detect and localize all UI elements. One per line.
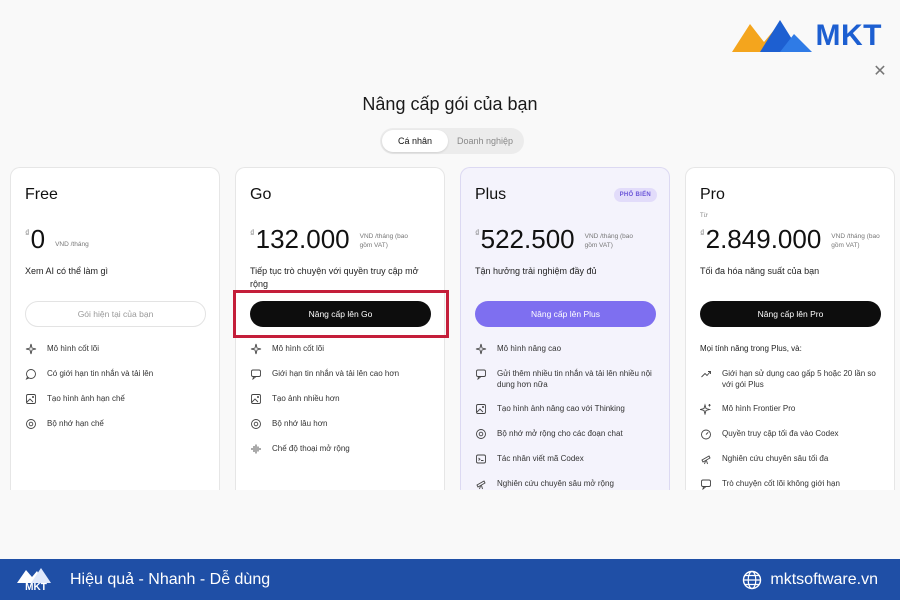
price-row: ₫ 522.500 VND /tháng (bao gồm VAT) [475, 224, 641, 254]
memory-icon [250, 418, 262, 430]
close-icon[interactable]: ✕ [872, 64, 888, 80]
plan-price: 522.500 [480, 224, 575, 254]
plan-card-pro: Pro Từ ₫ 2.849.000 VND /tháng (bao gồm V… [685, 167, 895, 490]
feature-item: Nghiên cứu chuyên sâu tối đa [700, 453, 888, 465]
feature-item: Tác nhân viết mã Codex [475, 453, 663, 465]
trending-up-icon [700, 368, 712, 380]
feature-item: Chế độ thoại mở rộng [250, 443, 438, 455]
image-icon [250, 393, 262, 405]
plan-name: Plus [475, 186, 507, 203]
price-prefix: Từ [700, 213, 708, 219]
feature-item: Trò chuyện cốt lõi không giới hạn [700, 478, 888, 490]
plan-card-plus: Plus PHỔ BIẾN ₫ 522.500 VND /tháng (bao … [460, 167, 670, 490]
feature-item: Quyền truy cập tối đa vào Codex [700, 428, 888, 440]
gauge-icon [700, 428, 712, 440]
plan-card-free: Free ₫ 0 VND /tháng Xem AI có thể làm gì… [10, 167, 220, 490]
feature-item: Nghiên cứu chuyên sâu mở rộng [475, 478, 663, 490]
plan-tagline: Tận hưởng trải nghiệm đầy đủ [475, 266, 597, 276]
upgrade-pro-button[interactable]: Nâng cấp lên Pro [700, 301, 881, 327]
current-plan-button[interactable]: Gói hiện tại của bạn [25, 301, 206, 327]
plan-tagline: Tiếp tục trò chuyện với quyền truy cập m… [250, 266, 419, 289]
price-unit: VND /tháng (bao gồm VAT) [359, 233, 409, 249]
globe-icon [743, 570, 762, 589]
price-unit: VND /tháng [55, 241, 89, 248]
chat-bubble-icon [475, 368, 487, 380]
plan-tagline: Tối đa hóa năng suất của bạn [700, 266, 820, 276]
telescope-icon [700, 453, 712, 465]
currency-symbol: ₫ [25, 228, 30, 238]
logo-text: MKT [815, 19, 882, 52]
plan-type-toggle: Cá nhân Doanh nghiệp [380, 128, 524, 154]
tab-personal[interactable]: Cá nhân [382, 130, 448, 152]
footer-website[interactable]: mktsoftware.vn [742, 559, 878, 600]
feature-item: Tạo hình ảnh nâng cao với Thinking [475, 403, 663, 415]
price-row: ₫ 132.000 VND /tháng (bao gồm VAT) [250, 224, 416, 254]
chat-bubble-icon [700, 478, 712, 490]
currency-symbol: ₫ [700, 228, 705, 238]
highlight-box [233, 290, 449, 338]
feature-item: Mô hình cốt lõi [25, 343, 213, 355]
currency-symbol: ₫ [475, 228, 480, 238]
price-row: ₫ 2.849.000 VND /tháng (bao gồm VAT) [700, 224, 887, 254]
feature-item: Giới hạn tin nhắn và tải lên cao hơn [250, 368, 438, 380]
plan-price: 132.000 [255, 224, 350, 254]
sparkles-icon [700, 403, 712, 415]
mkt-logo-mark-icon [731, 20, 812, 52]
sparkle-icon [475, 343, 487, 355]
feature-list: Giới hạn sử dụng cao gấp 5 hoặc 20 lần s… [700, 368, 888, 490]
feature-item: Tạo ảnh nhiều hơn [250, 393, 438, 405]
memory-icon [25, 418, 37, 430]
mkt-logo: MKT [730, 16, 882, 56]
website-url: mktsoftware.vn [770, 570, 878, 588]
image-icon [25, 393, 37, 405]
price-unit: VND /tháng (bao gồm VAT) [584, 233, 634, 249]
feature-list: Mô hình cốt lõi Có giới hạn tin nhắn và … [25, 343, 213, 443]
chat-bubble-icon [25, 368, 37, 380]
sparkle-icon [25, 343, 37, 355]
upgrade-plus-button[interactable]: Nâng cấp lên Plus [475, 301, 656, 327]
feature-item: Bộ nhớ lâu hơn [250, 418, 438, 430]
plan-name: Go [250, 186, 272, 203]
feature-item: Bộ nhớ mở rộng cho các đoạn chat [475, 428, 663, 440]
price-row: ₫ 0 VND /tháng [25, 224, 89, 254]
telescope-icon [475, 478, 487, 490]
footer-logo-text: MKT [25, 582, 47, 593]
footer-slogan: Hiệu quả - Nhanh - Dễ dùng [70, 570, 271, 588]
memory-icon [475, 428, 487, 440]
feature-item: Có giới hạn tin nhắn và tải lên [25, 368, 213, 380]
feature-item: Mô hình Frontier Pro [700, 403, 888, 415]
currency-symbol: ₫ [250, 228, 255, 238]
tab-business[interactable]: Doanh nghiệp [448, 130, 522, 152]
plan-price: 0 [30, 224, 46, 254]
footer-banner: MKT Hiệu quả - Nhanh - Dễ dùng mktsoftwa… [0, 559, 900, 600]
code-terminal-icon [475, 453, 487, 465]
voice-waveform-icon [250, 443, 262, 455]
footer-logo: MKT [16, 566, 56, 593]
feature-item: Bộ nhớ hạn chế [25, 418, 213, 430]
feature-item: Mô hình cốt lõi [250, 343, 438, 355]
feature-item: Gửi thêm nhiều tin nhắn và tải lên nhiều… [475, 368, 663, 390]
chat-bubble-icon [250, 368, 262, 380]
dialog-title: Nâng cấp gói của bạn [362, 94, 538, 114]
features-subheading: Mọi tính năng trong Plus, và: [700, 344, 802, 353]
feature-item: Mô hình nâng cao [475, 343, 663, 355]
feature-item: Giới hạn sử dụng cao gấp 5 hoặc 20 lần s… [700, 368, 888, 390]
feature-list: Mô hình nâng cao Gửi thêm nhiều tin nhắn… [475, 343, 663, 490]
plan-name: Pro [700, 186, 725, 203]
feature-item: Tạo hình ảnh hạn chế [25, 393, 213, 405]
feature-list: Mô hình cốt lõi Giới hạn tin nhắn và tải… [250, 343, 438, 468]
plan-name: Free [25, 186, 58, 203]
popular-badge: PHỔ BIẾN [613, 188, 657, 202]
plan-tagline: Xem AI có thể làm gì [25, 266, 109, 276]
image-icon [475, 403, 487, 415]
plan-price: 2.849.000 [705, 224, 822, 254]
price-unit: VND /tháng (bao gồm VAT) [831, 233, 880, 249]
sparkle-icon [250, 343, 262, 355]
